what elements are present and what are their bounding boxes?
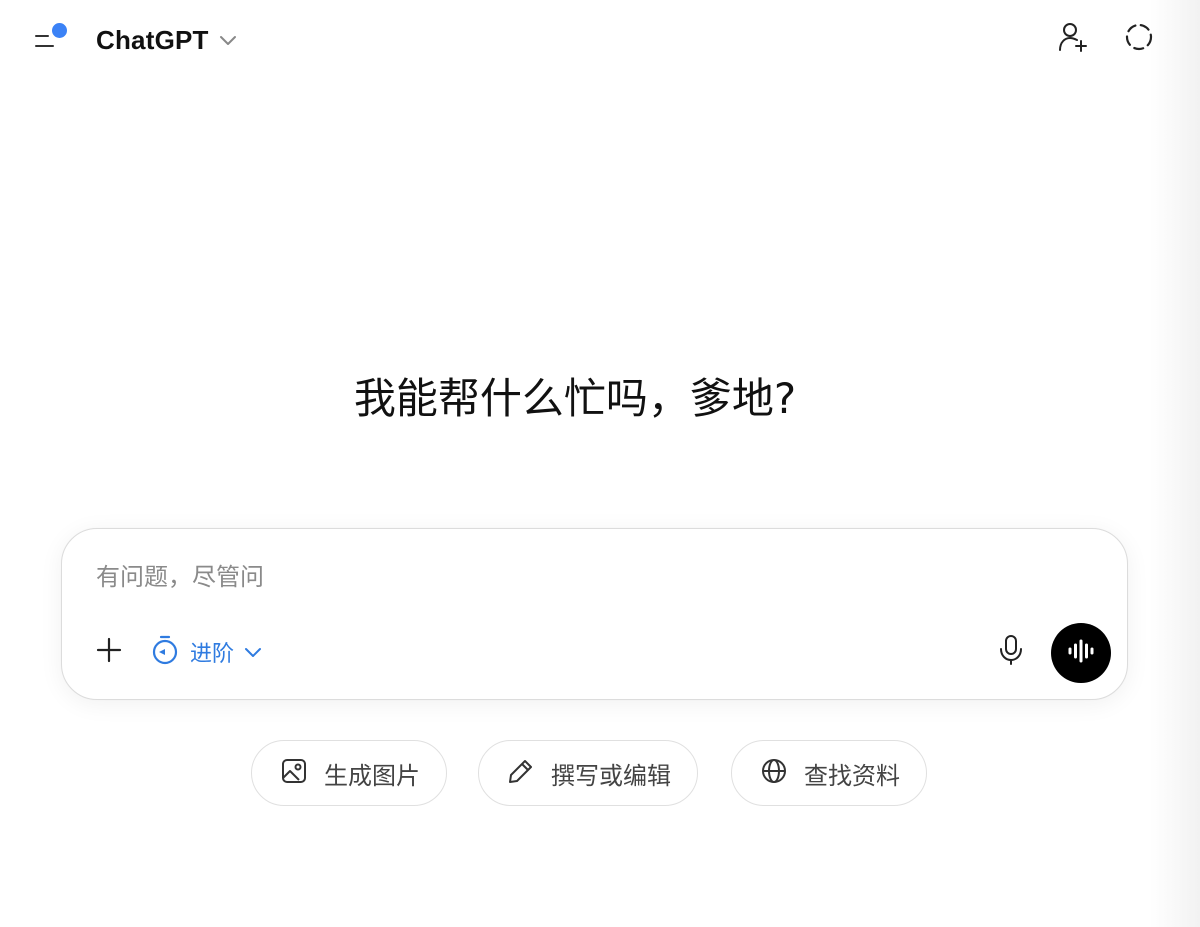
share-button[interactable] bbox=[1054, 20, 1092, 58]
sidebar-toggle-icon bbox=[35, 35, 49, 37]
attach-button[interactable] bbox=[90, 633, 128, 671]
prompt-input[interactable] bbox=[96, 557, 996, 597]
timer-icon bbox=[150, 634, 180, 670]
voice-mode-button[interactable] bbox=[1051, 623, 1111, 683]
suggestion-label: 查找资料 bbox=[804, 761, 900, 790]
greeting-heading: 我能帮什么忙吗，爹地? bbox=[353, 374, 797, 423]
chevron-down-icon bbox=[244, 643, 262, 662]
dictate-button[interactable] bbox=[992, 633, 1030, 671]
mode-selector[interactable]: 进阶 bbox=[150, 631, 262, 673]
suggestion-generate-image[interactable]: 生成图片 bbox=[251, 740, 447, 806]
temporary-chat-icon bbox=[1123, 21, 1155, 57]
voice-waveform-icon bbox=[1067, 639, 1095, 667]
sidebar-toggle-button[interactable] bbox=[30, 22, 70, 56]
plus-icon bbox=[95, 636, 123, 668]
globe-icon bbox=[760, 757, 788, 789]
image-icon bbox=[280, 757, 308, 789]
suggestion-write-or-edit[interactable]: 撰写或编辑 bbox=[478, 740, 698, 806]
suggestion-label: 生成图片 bbox=[324, 761, 420, 790]
suggestion-search-info[interactable]: 查找资料 bbox=[731, 740, 927, 806]
model-switcher[interactable]: ChatGPT bbox=[96, 22, 237, 58]
right-edge-shade bbox=[1150, 0, 1200, 927]
model-name: ChatGPT bbox=[96, 24, 209, 55]
microphone-icon bbox=[998, 634, 1024, 670]
temporary-chat-button[interactable] bbox=[1120, 20, 1158, 58]
sidebar-toggle-icon-bar bbox=[35, 45, 54, 47]
chevron-down-icon bbox=[219, 31, 237, 50]
suggestion-label: 撰写或编辑 bbox=[551, 761, 671, 790]
notification-dot bbox=[52, 23, 67, 38]
add-person-icon bbox=[1058, 21, 1088, 57]
mode-label: 进阶 bbox=[190, 642, 235, 667]
composer: 进阶 bbox=[61, 528, 1128, 700]
pencil-icon bbox=[507, 757, 535, 789]
